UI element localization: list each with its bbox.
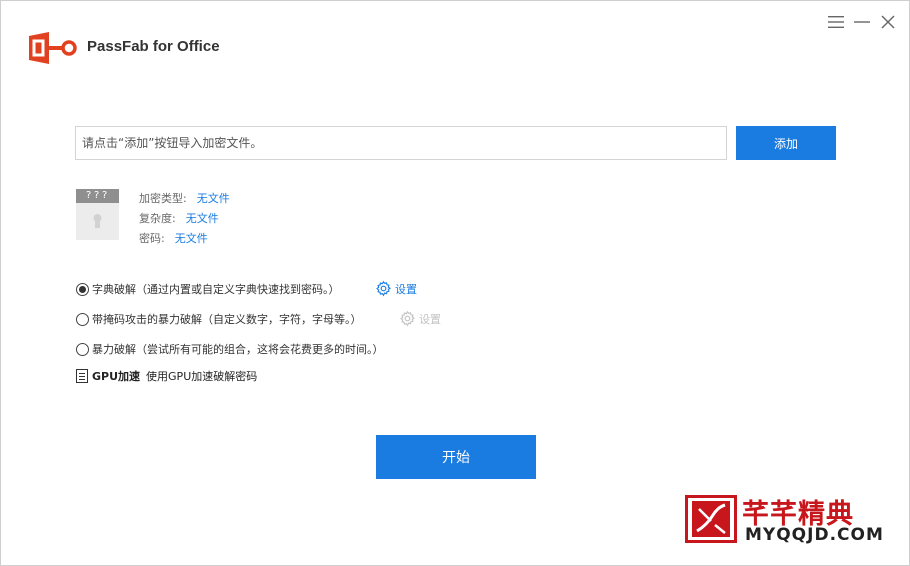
dictionary-attack-label: 字典破解（通过内置或自定义字典快速找到密码。）: [92, 283, 340, 296]
mask-attack-radio[interactable]: [76, 312, 89, 326]
app-window: PassFab for Office 添加 ??? 加密类型: 无文件 复杂度: 无…: [0, 0, 910, 566]
add-button[interactable]: 添加: [736, 126, 836, 160]
complexity-row: 复杂度: 无文件: [139, 210, 219, 226]
gpu-acceleration-checkbox[interactable]: [76, 369, 88, 383]
gear-icon: [376, 280, 391, 297]
gpu-acceleration-label: GPU加速: [92, 370, 141, 383]
dictionary-attack-option[interactable]: 字典破解（通过内置或自定义字典快速找到密码。）: [76, 281, 340, 297]
complexity-label: 复杂度:: [139, 212, 176, 225]
close-icon: [881, 15, 895, 29]
encryption-type-row: 加密类型: 无文件: [139, 190, 230, 206]
file-thumbnail-label: ???: [76, 189, 119, 203]
dictionary-settings-link[interactable]: 设置: [375, 280, 417, 297]
minimize-icon: [854, 21, 870, 23]
mask-settings-label: 设置: [419, 312, 441, 326]
lock-icon: [93, 214, 102, 228]
brute-force-option[interactable]: 暴力破解（尝试所有可能的组合，这将会花费更多的时间。）: [76, 341, 384, 357]
minimize-button[interactable]: [851, 11, 873, 33]
brute-force-radio[interactable]: [76, 342, 89, 356]
hamburger-menu-icon: [828, 16, 844, 28]
encryption-type-value: 无文件: [196, 192, 230, 205]
gpu-acceleration-description: 使用GPU加速破解密码: [146, 370, 258, 383]
dictionary-attack-radio[interactable]: [76, 282, 89, 296]
password-label: 密码:: [139, 232, 165, 245]
close-button[interactable]: [877, 11, 899, 33]
menu-button[interactable]: [825, 11, 847, 33]
mask-attack-option[interactable]: 带掩码攻击的暴力破解（自定义数字，字符，字母等。）: [76, 311, 362, 327]
dictionary-settings-label: 设置: [395, 282, 417, 296]
gear-icon: [400, 310, 415, 327]
watermark-logo-icon: [685, 495, 737, 543]
brute-force-label: 暴力破解（尝试所有可能的组合，这将会花费更多的时间。）: [92, 343, 384, 356]
watermark-subtitle: MYQQJD.COM: [745, 525, 884, 545]
file-path-input[interactable]: [75, 126, 727, 160]
mask-settings-link: 设置: [399, 310, 441, 327]
complexity-value: 无文件: [185, 212, 219, 225]
encryption-type-label: 加密类型:: [139, 192, 187, 205]
mask-attack-label: 带掩码攻击的暴力破解（自定义数字，字符，字母等。）: [92, 313, 362, 326]
gpu-acceleration-row: GPU加速 使用GPU加速破解密码: [76, 368, 257, 384]
file-thumbnail: ???: [76, 189, 119, 240]
password-row: 密码: 无文件: [139, 230, 208, 246]
passfab-office-logo-icon: [29, 32, 77, 64]
password-value: 无文件: [174, 232, 208, 245]
app-title: PassFab for Office: [87, 38, 220, 55]
start-button[interactable]: 开始: [376, 435, 536, 479]
